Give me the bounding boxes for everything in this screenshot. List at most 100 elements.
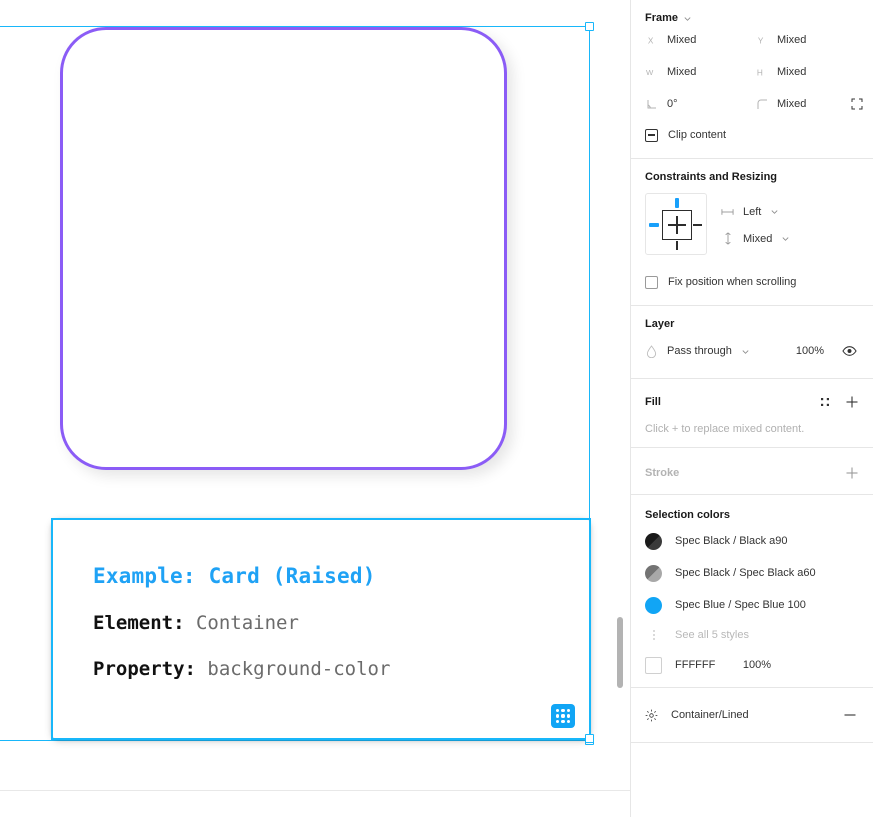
fill-section: Fill Click + to replace mixed content. [631, 379, 873, 448]
chevron-down-icon[interactable] [741, 347, 750, 356]
card-raised-element[interactable]: Example: Card (Raised) Element: Containe… [51, 518, 591, 740]
selection-handle-top-right[interactable] [585, 22, 594, 31]
effect-style-row[interactable]: Container/Lined [631, 698, 873, 732]
color-style-name: Spec Blue / Spec Blue 100 [675, 599, 806, 611]
frame-section-title[interactable]: Frame [631, 10, 873, 24]
properties-panel: Frame X Mixed Y Mixed W Mixed H Mixed 0°… [630, 0, 873, 817]
stroke-actions [845, 466, 859, 480]
vertical-constraint-dropdown[interactable]: Mixed [721, 232, 790, 245]
hex-color-row[interactable]: FFFFFF 100% [631, 649, 873, 681]
width-icon: W [645, 66, 658, 79]
frame-position-row: X Mixed Y Mixed [631, 24, 873, 56]
selection-color-item[interactable]: Spec Blue / Spec Blue 100 [631, 589, 873, 621]
rotation-icon [645, 98, 658, 111]
corner-radius-icon [755, 98, 768, 111]
hex-value[interactable]: FFFFFF [675, 659, 715, 671]
constraints-dropdowns: Left Mixed [721, 203, 790, 245]
layer-section-title: Layer [645, 318, 675, 330]
color-style-name: Spec Black / Spec Black a60 [675, 567, 816, 579]
fix-position-checkbox[interactable] [645, 275, 658, 289]
stroke-title: Stroke [645, 467, 680, 479]
width-value: Mixed [667, 66, 697, 78]
frame-rotation-radius-row: 0° Mixed [631, 88, 873, 120]
fill-title: Fill [645, 396, 661, 408]
corner-radius-value: Mixed [777, 98, 807, 110]
eye-icon[interactable] [842, 345, 857, 357]
frame-title-text: Frame [645, 12, 679, 24]
color-style-name: Spec Black / Black a90 [675, 535, 788, 547]
card-row-key: Element: [93, 612, 185, 634]
design-tool-window: Example: Card (Raised) Element: Containe… [0, 0, 873, 817]
y-position-field[interactable]: Y Mixed [755, 34, 865, 47]
svg-text:W: W [646, 68, 654, 77]
chevron-down-icon[interactable] [770, 207, 779, 216]
height-field[interactable]: H Mixed [755, 66, 865, 79]
chevron-down-icon[interactable] [683, 14, 692, 23]
constraints-plus-vertical [676, 216, 678, 234]
height-value: Mixed [777, 66, 807, 78]
layer-section: Layer Pass through 100% [631, 306, 873, 379]
layer-opacity-value[interactable]: 100% [796, 345, 824, 357]
height-icon: H [755, 66, 768, 79]
svg-text:Y: Y [758, 36, 764, 45]
x-position-field[interactable]: X Mixed [645, 34, 755, 47]
color-swatch[interactable] [645, 656, 662, 674]
card-title: Example: Card (Raised) [93, 564, 376, 588]
clip-content-row[interactable]: Clip content [631, 120, 873, 146]
y-position-value: Mixed [777, 34, 807, 46]
rotation-field[interactable]: 0° [645, 98, 755, 111]
effects-icon [645, 709, 658, 722]
horizontal-constraint-dropdown[interactable]: Left [721, 205, 790, 218]
constraint-left-handle[interactable] [649, 223, 659, 227]
canvas-area[interactable]: Example: Card (Raised) Element: Containe… [0, 0, 630, 817]
see-all-styles-label: See all 5 styles [675, 629, 749, 641]
hex-opacity-value[interactable]: 100% [743, 659, 771, 671]
clip-content-label: Clip content [668, 129, 727, 141]
svg-text:X: X [648, 36, 654, 45]
blend-mode-icon [645, 344, 658, 358]
blend-mode-dropdown[interactable]: Pass through [645, 344, 796, 358]
width-field[interactable]: W Mixed [645, 66, 755, 79]
x-position-icon: X [645, 34, 658, 47]
plus-icon[interactable] [845, 395, 859, 409]
clip-content-checkbox[interactable] [645, 128, 658, 142]
card-row-key: Property: [93, 658, 196, 680]
chevron-down-icon[interactable] [781, 234, 790, 243]
rotation-value: 0° [667, 98, 678, 110]
constraints-widget[interactable] [645, 193, 707, 255]
constraint-bottom-handle[interactable] [676, 241, 678, 250]
grid-dots-icon[interactable] [551, 704, 575, 728]
constraints-controls: Left Mixed [631, 183, 873, 255]
constraint-top-handle[interactable] [675, 198, 679, 208]
color-swatch[interactable] [645, 532, 662, 550]
horizontal-constraint-value: Left [743, 205, 762, 218]
fix-position-row[interactable]: Fix position when scrolling [631, 267, 873, 293]
fill-actions [819, 395, 859, 409]
fill-mixed-note: Click + to replace mixed content. [645, 423, 805, 435]
canvas-vertical-scrollbar[interactable] [617, 617, 623, 688]
plus-icon[interactable] [845, 466, 859, 480]
blend-mode-value: Pass through [667, 345, 732, 357]
svg-text:H: H [757, 68, 763, 77]
see-all-styles-row[interactable]: See all 5 styles [631, 621, 873, 649]
corner-radius-field[interactable]: Mixed [755, 98, 865, 111]
selection-colors-title: Selection colors [645, 509, 730, 521]
style-dots-icon[interactable] [819, 396, 831, 408]
selection-colors-section: Selection colors Spec Black / Black a90 … [631, 495, 873, 688]
purple-rounded-rect-shape[interactable] [60, 27, 507, 470]
vertical-constraint-value: Mixed [743, 232, 773, 245]
independent-corners-icon[interactable] [851, 98, 863, 110]
fill-header: Fill [631, 389, 873, 413]
effect-style-name: Container/Lined [671, 709, 749, 721]
selection-color-item[interactable]: Spec Black / Spec Black a60 [631, 557, 873, 589]
vertical-resize-icon [721, 232, 734, 245]
x-position-value: Mixed [667, 34, 697, 46]
card-row-element: Element: Container [93, 612, 390, 634]
frame-section: Frame X Mixed Y Mixed W Mixed H Mixed 0°… [631, 0, 873, 159]
minus-icon[interactable] [843, 708, 857, 722]
color-swatch[interactable] [645, 564, 662, 582]
horizontal-resize-icon [721, 205, 734, 218]
color-swatch[interactable] [645, 596, 662, 614]
selection-color-item[interactable]: Spec Black / Black a90 [631, 525, 873, 557]
constraint-right-handle[interactable] [693, 224, 702, 226]
